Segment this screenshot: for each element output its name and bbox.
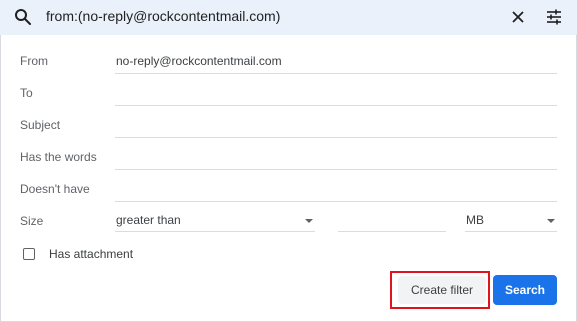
doesnt-have-field-underline	[115, 201, 557, 202]
subject-label: Subject	[20, 118, 61, 132]
subject-field-underline	[115, 137, 557, 138]
chevron-down-icon	[305, 219, 313, 223]
size-comparator-value: greater than	[116, 213, 181, 227]
tune-icon[interactable]	[545, 8, 563, 26]
has-attachment-checkbox[interactable]	[23, 248, 35, 260]
has-attachment-label: Has attachment	[49, 247, 134, 261]
to-label: To	[20, 86, 33, 100]
has-words-row: Has the words	[0, 142, 577, 174]
size-comparator-select[interactable]: greater than	[115, 211, 315, 232]
from-row: From no-reply@rockcontentmail.com	[0, 46, 577, 78]
subject-row: Subject	[0, 110, 577, 142]
to-field-underline	[115, 105, 557, 106]
to-row: To	[0, 78, 577, 110]
search-button[interactable]: Search	[493, 275, 557, 305]
close-icon[interactable]	[510, 9, 526, 25]
search-bar[interactable]: from:(no-reply@rockcontentmail.com)	[0, 0, 577, 35]
has-words-label: Has the words	[20, 150, 97, 164]
from-field[interactable]: no-reply@rockcontentmail.com	[116, 54, 282, 68]
size-unit-value: MB	[466, 213, 484, 227]
doesnt-have-row: Doesn't have	[0, 174, 577, 206]
doesnt-have-label: Doesn't have	[20, 182, 90, 196]
search-icon[interactable]	[14, 8, 32, 26]
size-label: Size	[20, 214, 44, 228]
create-filter-button[interactable]: Create filter	[398, 276, 486, 304]
from-label: From	[20, 54, 48, 68]
search-query[interactable]: from:(no-reply@rockcontentmail.com)	[46, 8, 280, 24]
from-field-underline	[115, 73, 557, 74]
size-unit-select[interactable]: MB	[465, 211, 557, 232]
chevron-down-icon	[547, 219, 555, 223]
has-words-field-underline	[115, 169, 557, 170]
size-amount-input[interactable]	[338, 211, 446, 232]
